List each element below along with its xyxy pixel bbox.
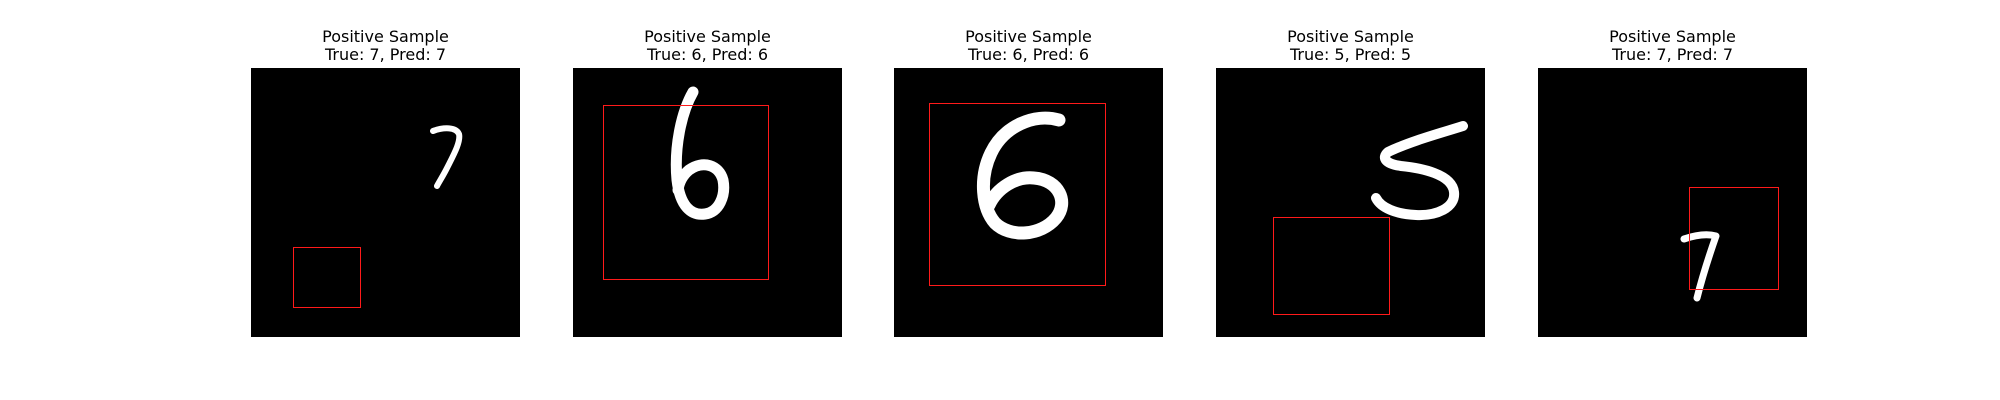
- panel-title-line: Positive Sample: [965, 27, 1092, 46]
- sample-panel-5: Positive Sample True: 7, Pred: 7: [1538, 0, 1807, 340]
- panel-title: Positive Sample True: 6, Pred: 6: [553, 28, 862, 64]
- sample-image: [1216, 68, 1485, 337]
- bounding-box: [603, 105, 769, 280]
- panel-title: Positive Sample True: 7, Pred: 7: [231, 28, 540, 64]
- sample-image: [1538, 68, 1807, 337]
- panel-title-line: Positive Sample: [322, 27, 449, 46]
- digit-7-image: [430, 125, 463, 189]
- panel-title: Positive Sample True: 6, Pred: 6: [874, 28, 1183, 64]
- sample-image: [894, 68, 1163, 337]
- bounding-box: [1689, 187, 1779, 290]
- panel-subtitle-line: True: 7, Pred: 7: [1611, 45, 1734, 64]
- panel-subtitle-line: True: 7, Pred: 7: [324, 45, 447, 64]
- bounding-box: [1273, 217, 1390, 315]
- panel-subtitle-line: True: 6, Pred: 6: [646, 45, 769, 64]
- panel-title-line: Positive Sample: [644, 27, 771, 46]
- sample-panel-4: Positive Sample True: 5, Pred: 5: [1216, 0, 1485, 340]
- bounding-box: [929, 103, 1106, 286]
- panel-title-line: Positive Sample: [1287, 27, 1414, 46]
- panel-title: Positive Sample True: 7, Pred: 7: [1518, 28, 1827, 64]
- sample-panel-2: Positive Sample True: 6, Pred: 6: [573, 0, 842, 340]
- sample-panel-3: Positive Sample True: 6, Pred: 6: [894, 0, 1163, 340]
- panel-title: Positive Sample True: 5, Pred: 5: [1196, 28, 1505, 64]
- panel-title-line: Positive Sample: [1609, 27, 1736, 46]
- sample-panel-1: Positive Sample True: 7, Pred: 7: [251, 0, 520, 340]
- panel-subtitle-line: True: 6, Pred: 6: [967, 45, 1090, 64]
- bounding-box: [293, 247, 361, 308]
- sample-image: [251, 68, 520, 337]
- sample-image: [573, 68, 842, 337]
- panel-subtitle-line: True: 5, Pred: 5: [1289, 45, 1412, 64]
